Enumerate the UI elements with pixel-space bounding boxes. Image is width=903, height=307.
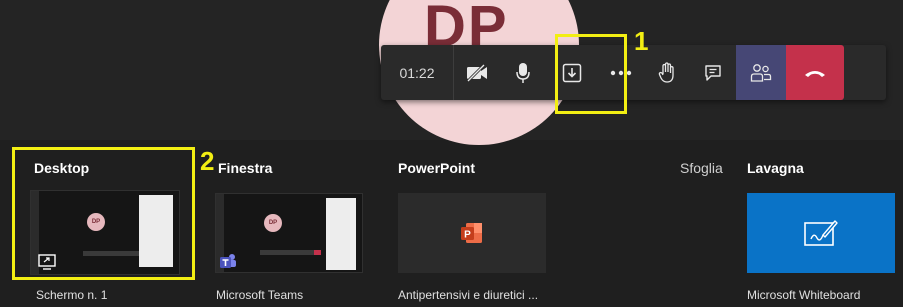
raise-hand-button[interactable] [644, 45, 690, 100]
chat-button[interactable] [690, 45, 736, 100]
participants-button[interactable] [736, 45, 786, 100]
raise-hand-icon [658, 61, 674, 83]
annotation-number-1: 1 [634, 26, 649, 56]
mini-call-bar [260, 250, 314, 255]
mini-hangup [314, 250, 321, 255]
annotation-number-2: 2 [200, 146, 215, 176]
hang-up-button[interactable] [786, 45, 844, 100]
microphone-button[interactable] [500, 45, 546, 100]
highlight-share-button [555, 34, 627, 114]
whiteboard-label: Microsoft Whiteboard [747, 288, 861, 302]
teams-window-tile[interactable]: DP [215, 193, 363, 273]
participants-icon [750, 63, 772, 82]
svg-text:P: P [464, 230, 471, 241]
screen-label: Schermo n. 1 [36, 288, 108, 302]
teams-window-label: Microsoft Teams [216, 288, 304, 302]
camera-off-icon [466, 63, 487, 82]
section-label-powerpoint: PowerPoint [398, 160, 476, 176]
mini-side-panel [326, 198, 356, 270]
chat-icon [705, 64, 721, 81]
hang-up-icon [805, 70, 825, 77]
powerpoint-icon: P [461, 223, 482, 243]
meeting-stage: DP 01:22 1 [0, 0, 903, 145]
section-label-window: Finestra [218, 160, 273, 176]
call-timer: 01:22 [399, 64, 435, 81]
highlight-desktop-option [12, 147, 195, 280]
whiteboard-icon [804, 220, 838, 246]
mini-avatar: DP [264, 214, 282, 232]
camera-toggle-button[interactable] [454, 45, 500, 100]
browse-link[interactable]: Sfoglia [680, 160, 723, 176]
powerpoint-file-label: Antipertensivi e diuretici ... [398, 288, 539, 302]
teams-app-icon [220, 254, 236, 268]
powerpoint-file-tile[interactable]: P [398, 193, 546, 273]
section-label-whiteboard: Lavagna [747, 160, 804, 176]
microphone-icon [516, 62, 530, 83]
whiteboard-tile[interactable] [747, 193, 895, 273]
